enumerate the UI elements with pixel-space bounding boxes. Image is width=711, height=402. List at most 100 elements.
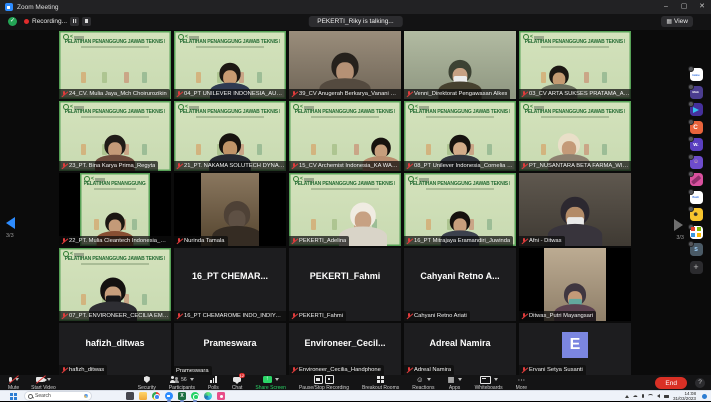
participant-tile[interactable]: EErvani Setya Susanti bbox=[519, 323, 631, 375]
wordly-app-icon[interactable]: W. bbox=[690, 138, 703, 151]
edge-taskbar-icon[interactable] bbox=[204, 392, 212, 400]
stop-recording-button[interactable] bbox=[82, 17, 91, 26]
emoji-sunglasses-app-icon[interactable]: ☻ bbox=[690, 208, 703, 221]
participant-name-label: Adreal Namira bbox=[404, 365, 454, 375]
mic-muted-icon bbox=[291, 313, 297, 320]
wifi-icon[interactable] bbox=[648, 394, 653, 398]
taskbar-search[interactable]: Search bbox=[24, 391, 92, 401]
participant-name: Venni_Direktorat Pengawasan Alkes bbox=[414, 91, 507, 97]
coda-app-icon[interactable]: C bbox=[690, 121, 703, 134]
participant-tile[interactable]: 16_PT CHEMAR...16_PT CHEMAROME INDO_INDI… bbox=[174, 248, 286, 321]
start-video-button[interactable]: Start Video bbox=[29, 376, 58, 391]
participant-tile[interactable]: <PELATIHAN PENANGGUNG JAWAB TEKNIS PKRT2… bbox=[174, 101, 286, 171]
participant-tile[interactable]: <PELATIHAN PENANGGUNG JAWAB TEKNIS PKRT0… bbox=[404, 101, 516, 171]
share-screen-button[interactable]: ↑Share Screen bbox=[253, 376, 288, 391]
microsoft-grid-app-icon[interactable] bbox=[690, 226, 703, 239]
twine-app-icon[interactable]: twine bbox=[690, 68, 703, 81]
more-button[interactable]: ⋯More bbox=[514, 376, 529, 391]
participant-tile[interactable]: <PELATIHAN PENANGGUNG JAWAB TEKNIS PKRT2… bbox=[59, 31, 171, 99]
participant-tile[interactable]: <PELATIHAN PENANGGUNG JAWAB TEKNIS PKRT1… bbox=[404, 173, 516, 246]
slide-subtitle-line bbox=[196, 46, 263, 48]
participants-count: 56 bbox=[181, 377, 187, 383]
end-meeting-button[interactable]: End bbox=[655, 377, 687, 389]
participant-tile[interactable]: <PELATIHAN PENANGGUNG JAWAB TEKNIS PKRT0… bbox=[519, 31, 631, 99]
security-button[interactable]: Security bbox=[136, 376, 158, 391]
photos-taskbar-icon[interactable] bbox=[217, 392, 225, 400]
slide-subtitle-line bbox=[81, 263, 148, 265]
mic-muted-icon bbox=[521, 163, 527, 170]
mmhmm-app-icon[interactable]: Mmh bbox=[690, 86, 703, 99]
mic-muted-icon bbox=[176, 313, 182, 320]
polls-button[interactable]: Polls bbox=[206, 376, 221, 391]
participant-name-label: 24_CV. Mulia Jaya_Mch Choirurozikin bbox=[59, 89, 170, 99]
zoom-taskbar-icon[interactable] bbox=[165, 392, 173, 400]
participant-tile[interactable]: Nurinda Tamala bbox=[174, 173, 286, 246]
slide-subtitle-line bbox=[81, 46, 148, 48]
participant-tile[interactable]: <PELATIHAN PENANGGUNG JAWAB TEKNIS PKRTP… bbox=[519, 101, 631, 171]
maximize-button[interactable]: ▢ bbox=[675, 0, 693, 14]
participant-tile[interactable]: <PELATIHAN PENANGGUNG JAWAB TEKNIS PKRTP… bbox=[289, 173, 401, 246]
whatsapp-taskbar-icon[interactable] bbox=[191, 392, 199, 400]
zoom-app-icon bbox=[5, 3, 13, 11]
participants-icon bbox=[170, 376, 179, 383]
participant-name: Environeer_Cecilia_Handphone bbox=[299, 367, 381, 373]
slide-figure bbox=[311, 219, 316, 230]
slide-banner-text: PELATIHAN PENANGGUNG JAWAB TEKNIS PKRT bbox=[295, 109, 396, 115]
close-button[interactable]: ✕ bbox=[693, 0, 711, 14]
pink-diagonal-app-icon[interactable] bbox=[690, 173, 703, 186]
onedrive-icon[interactable]: ☁ bbox=[633, 392, 638, 401]
pause-recording-button[interactable] bbox=[70, 17, 79, 26]
notification-badge[interactable] bbox=[702, 394, 707, 399]
participant-tile[interactable]: <PELATIHAN PENANGGUNG JAWAB TEKNIS PKRT0… bbox=[174, 31, 286, 99]
participant-tile[interactable]: Ditwas_Putri Mayangsari bbox=[519, 248, 631, 321]
participant-tile[interactable]: <PELATIHAN PENANGGUNG JAWAB TEKNIS PKRT2… bbox=[59, 101, 171, 171]
file-explorer-taskbar-icon[interactable] bbox=[139, 392, 147, 400]
breakout-rooms-button[interactable]: Breakout Rooms bbox=[360, 376, 401, 391]
participant-tile[interactable]: Environeer_Cecil...Environeer_Cecilia_Ha… bbox=[289, 323, 401, 375]
microphone-tray-icon[interactable] bbox=[642, 394, 644, 398]
slide-subtitle-line bbox=[311, 188, 378, 190]
whiteboards-button[interactable]: Whiteboards bbox=[473, 376, 505, 391]
participant-tile[interactable]: <PELATIHAN PENANGGUNG JAWAB TEKNIS PKRT0… bbox=[59, 248, 171, 321]
participant-tile[interactable]: Cahyani Retno A...Cahyani Retno Ariati bbox=[404, 248, 516, 321]
flash-app-icon[interactable]: flash bbox=[690, 191, 703, 204]
add-app-button[interactable]: + bbox=[690, 261, 703, 274]
participant-tile[interactable]: 39_CV Anugerah Berkarya_Vanani Nur Rizki bbox=[289, 31, 401, 99]
sync-blue-app-icon[interactable]: S bbox=[690, 243, 703, 256]
view-button[interactable]: ▦ View bbox=[661, 16, 693, 27]
participant-tile[interactable]: Venni_Direktorat Pengawasan Alkes bbox=[404, 31, 516, 99]
paper-plane-app-icon[interactable] bbox=[690, 103, 703, 116]
apps-button[interactable]: ▦Apps bbox=[445, 376, 463, 391]
participant-name: Nurinda Tamala bbox=[184, 238, 225, 244]
excel-taskbar-icon[interactable] bbox=[178, 392, 186, 400]
pause-stop-recording-button[interactable]: Pause/Stop Recording bbox=[297, 376, 351, 391]
volume-icon[interactable] bbox=[657, 394, 660, 398]
encryption-shield-icon[interactable]: ✓ bbox=[8, 17, 17, 26]
battery-icon[interactable] bbox=[664, 395, 669, 398]
participant-tile[interactable]: PEKERTI_FahmiPEKERTI_Fahmi bbox=[289, 248, 401, 321]
minimize-button[interactable]: – bbox=[657, 0, 675, 14]
folder-dark-taskbar-icon[interactable] bbox=[126, 392, 134, 400]
start-button[interactable] bbox=[10, 393, 17, 400]
previous-page-arrow[interactable] bbox=[6, 217, 15, 229]
participant-tile[interactable]: PrameswaraPrameswara bbox=[174, 323, 286, 375]
participant-tile[interactable]: Adreal NamiraAdreal Namira bbox=[404, 323, 516, 375]
chat-button[interactable]: 12Chat bbox=[230, 376, 245, 391]
hidden-icons-button[interactable] bbox=[625, 395, 629, 398]
help-button[interactable]: ? bbox=[695, 378, 705, 388]
participants-button[interactable]: 56Participants bbox=[167, 376, 197, 391]
reactions-button[interactable]: ☺Reactions bbox=[410, 376, 436, 391]
mute-button[interactable]: Mute bbox=[6, 376, 21, 391]
caret-icon bbox=[275, 378, 279, 381]
participant-name-label: Prameswara bbox=[174, 366, 212, 375]
participant-tile[interactable]: <PELATIHAN PENANGGUNG JAWAB TEKNIS PKRT2… bbox=[59, 173, 171, 246]
chrome-taskbar-icon[interactable] bbox=[152, 392, 160, 400]
participant-tile[interactable]: <PELATIHAN PENANGGUNG JAWAB TEKNIS PKRT1… bbox=[289, 101, 401, 171]
purple-pet-app-icon[interactable]: ☺ bbox=[690, 156, 703, 169]
slide-subtitle-line bbox=[426, 188, 493, 190]
camera-icon bbox=[36, 377, 44, 382]
participant-tile[interactable]: Afni - Ditwas bbox=[519, 173, 631, 246]
breakout-rooms-icon bbox=[377, 376, 384, 383]
mic-muted-icon bbox=[176, 163, 182, 170]
participant-tile[interactable]: hafizh_ditwashafizh_ditwas bbox=[59, 323, 171, 375]
